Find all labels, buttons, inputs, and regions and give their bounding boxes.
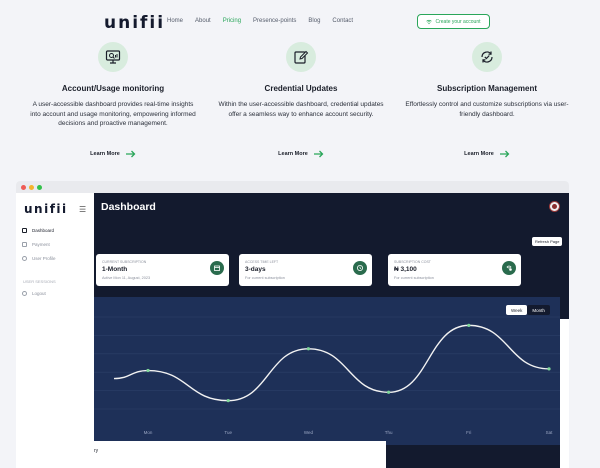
feature-title: Account/Usage monitoring bbox=[61, 84, 165, 93]
brand-logo[interactable]: unifii bbox=[104, 13, 165, 33]
learn-more-link[interactable]: Learn More bbox=[216, 150, 386, 158]
sidebar-item-logout[interactable]: Logout bbox=[22, 291, 46, 296]
arrow-right-icon bbox=[313, 150, 324, 158]
hamburger-menu-icon[interactable]: ☰ bbox=[79, 205, 86, 214]
series-line bbox=[113, 324, 550, 402]
card-value: 3-days bbox=[245, 266, 266, 273]
refresh-page-button[interactable]: Refresh Page bbox=[532, 237, 563, 246]
package-icon bbox=[210, 261, 224, 275]
feature-title: Credential Updates bbox=[264, 84, 338, 93]
x-tick-label: Sat bbox=[546, 430, 554, 435]
sidebar-item-label: Payment bbox=[32, 242, 50, 247]
browser-titlebar bbox=[16, 181, 569, 193]
feature-icon-wrap bbox=[286, 42, 316, 72]
feature-usage-monitoring: Account/Usage monitoring A user-accessib… bbox=[28, 42, 198, 158]
sidebar-item-payment[interactable]: Payment bbox=[22, 242, 50, 247]
dashboard-icon bbox=[22, 228, 27, 233]
card-subtext: For current subscription bbox=[394, 276, 434, 280]
sidebar-logo[interactable]: unifii bbox=[24, 202, 68, 216]
learn-more-label: Learn More bbox=[278, 151, 308, 157]
card-subscription-cost: SUBSCRIPTION COST ₦ 3,100 For current su… bbox=[388, 254, 521, 286]
sidebar-item-label: Dashboard bbox=[32, 228, 55, 233]
chart-plot: Mon Tue Wed Thu Fri Sat bbox=[94, 316, 560, 435]
nav-blog[interactable]: Blog bbox=[308, 18, 320, 24]
window-minimize-dot[interactable] bbox=[29, 184, 34, 190]
sidebar-item-label: User Profile bbox=[32, 256, 56, 261]
card-icon bbox=[22, 242, 27, 247]
feature-description: A user-accessible dashboard provides rea… bbox=[30, 101, 196, 127]
nav-pricing[interactable]: Pricing bbox=[223, 18, 241, 24]
avatar-head bbox=[552, 204, 557, 209]
usage-chart: Week Month Mon Tue Wed Thu Fri Sat bbox=[94, 297, 560, 445]
arrow-right-icon bbox=[499, 150, 510, 158]
dashboard-panel: Dashboard Refresh Page CURRENT SUBSCRIPT… bbox=[94, 193, 569, 468]
wifi-icon bbox=[426, 19, 433, 24]
bottom-card-text: ry bbox=[94, 448, 99, 454]
x-tick-label: Tue bbox=[224, 430, 232, 435]
window-maximize-dot[interactable] bbox=[37, 184, 42, 190]
arrow-right-icon bbox=[125, 150, 136, 158]
app-sidebar: unifii ☰ Dashboard Payment User Profile … bbox=[16, 193, 94, 468]
main-nav: Home About Pricing Presence-points Blog … bbox=[167, 18, 353, 24]
card-subtext: For current subscription bbox=[245, 276, 285, 280]
monitor-search-icon bbox=[105, 50, 121, 64]
data-point[interactable] bbox=[467, 323, 471, 327]
card-value: 1-Month bbox=[102, 266, 128, 273]
edit-icon bbox=[294, 50, 309, 64]
nav-home[interactable]: Home bbox=[167, 18, 183, 24]
x-tick-label: Mon bbox=[144, 430, 153, 435]
feature-description: Within the user-accessible dashboard, cr… bbox=[218, 101, 384, 118]
card-subtext: Active Mon 11, August, 2023 bbox=[102, 276, 151, 280]
create-account-label: Create your account bbox=[435, 18, 481, 25]
sidebar-item-dashboard[interactable]: Dashboard bbox=[22, 228, 54, 233]
avatar[interactable] bbox=[549, 201, 560, 212]
card-label: SUBSCRIPTION COST bbox=[394, 260, 431, 264]
create-account-button[interactable]: Create your account bbox=[417, 14, 490, 29]
user-icon bbox=[22, 256, 27, 261]
learn-more-label: Learn More bbox=[464, 151, 494, 157]
learn-more-link[interactable]: Learn More bbox=[402, 150, 572, 158]
feature-title: Subscription Management bbox=[436, 84, 537, 93]
x-tick-label: Wed bbox=[304, 430, 314, 435]
card-label: ACCESS TIME LEFT bbox=[245, 260, 279, 264]
card-current-subscription: CURRENT SUBSCRIPTION 1-Month Active Mon … bbox=[96, 254, 229, 286]
data-point[interactable] bbox=[146, 368, 150, 373]
logout-icon bbox=[22, 291, 27, 296]
card-value: ₦ 3,100 bbox=[394, 266, 417, 273]
nav-presence-points[interactable]: Presence-points bbox=[253, 18, 296, 24]
nav-contact[interactable]: Contact bbox=[332, 18, 353, 24]
x-tick-label: Thu bbox=[385, 430, 393, 435]
bottom-card: ry bbox=[94, 441, 386, 468]
sidebar-item-user-profile[interactable]: User Profile bbox=[22, 256, 56, 261]
right-panel bbox=[560, 319, 569, 468]
sidebar-section-label: USER SESSIONS bbox=[23, 279, 56, 284]
clock-icon bbox=[353, 261, 367, 275]
learn-more-link[interactable]: Learn More bbox=[28, 150, 198, 158]
marketing-header: unifii Home About Pricing Presence-point… bbox=[0, 0, 600, 168]
data-point[interactable] bbox=[226, 399, 230, 403]
card-label: CURRENT SUBSCRIPTION bbox=[102, 260, 147, 264]
card-access-time-left: ACCESS TIME LEFT 3-days For current subs… bbox=[239, 254, 372, 286]
refresh-check-icon bbox=[481, 51, 493, 63]
feature-icon-wrap bbox=[98, 42, 128, 72]
x-tick-label: Fri bbox=[466, 430, 471, 435]
sidebar-item-label: Logout bbox=[32, 291, 46, 296]
data-point[interactable] bbox=[387, 390, 391, 394]
feature-description: Effortlessly control and customize subsc… bbox=[405, 101, 569, 118]
data-point[interactable] bbox=[306, 347, 310, 351]
window-close-dot[interactable] bbox=[21, 184, 26, 190]
nav-about[interactable]: About bbox=[195, 18, 211, 24]
learn-more-label: Learn More bbox=[90, 151, 120, 157]
feature-subscription-management: Subscription Management Effortlessly con… bbox=[402, 42, 572, 158]
money-icon bbox=[502, 261, 516, 275]
browser-mockup: unifii ☰ Dashboard Payment User Profile … bbox=[16, 181, 569, 468]
page-title: Dashboard bbox=[101, 201, 156, 213]
feature-credential-updates: Credential Updates Within the user-acces… bbox=[216, 42, 386, 158]
feature-icon-wrap bbox=[472, 42, 502, 72]
data-point[interactable] bbox=[547, 367, 551, 371]
